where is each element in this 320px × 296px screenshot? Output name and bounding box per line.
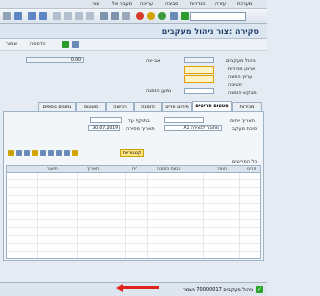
status-icon[interactable] xyxy=(62,41,69,48)
annotation-arrow xyxy=(123,286,159,289)
tab-order[interactable]: הזמנה xyxy=(134,102,162,111)
reason-label: סיבת מעקב xyxy=(232,126,258,132)
reason-value: A1 מחובר לבצירה xyxy=(183,126,220,131)
tab-purchasing[interactable]: רכישה xyxy=(106,102,134,111)
table-row[interactable] xyxy=(7,245,260,252)
status-message: ניהול מעקבים 70000017 נשמר xyxy=(183,287,253,293)
doc-date-label: תאריך ייחוס xyxy=(230,118,255,124)
table-row[interactable] xyxy=(7,189,260,196)
print-icon[interactable] xyxy=(122,12,130,20)
prev-page-icon[interactable] xyxy=(75,12,83,20)
layout-icon[interactable] xyxy=(3,12,11,20)
table-row[interactable] xyxy=(7,221,260,228)
grid-tool-icon[interactable] xyxy=(24,150,30,156)
doc-type-field[interactable] xyxy=(184,57,214,63)
column-header: יח' xyxy=(132,167,138,172)
system-toolbar xyxy=(0,9,267,24)
last-page-icon[interactable] xyxy=(53,12,61,20)
title-bar: סקירה :צור ניהול מעקבים xyxy=(0,24,267,39)
grid-tool-icon[interactable] xyxy=(16,150,22,156)
partner-field[interactable] xyxy=(184,88,214,94)
req-date-label: תאריך מסירה xyxy=(126,126,155,132)
page-title: סקירה :צור ניהול מעקבים xyxy=(161,27,259,36)
success-check-icon: ✓ xyxy=(256,286,263,293)
grid-header: פריט חומר כמות הזמנה יח' תאריך תיאור xyxy=(6,165,261,173)
menu-item[interactable]: מעבר אל xyxy=(112,1,132,7)
partner-hint: נמען הזמנה xyxy=(146,88,172,94)
status-bar: ניהול מעקבים 70000017 נשמר ✓ xyxy=(0,282,267,296)
reason-field[interactable]: A1 מחובר לבצירה xyxy=(164,125,222,131)
status-field[interactable]: 0.00 xyxy=(26,57,84,63)
enter-icon[interactable] xyxy=(181,12,189,20)
menu-bar: מערכת עזרה הגדרות סביבה עריכה מעבר אל צו… xyxy=(0,0,267,9)
tab-item-detail[interactable]: פירוט פריט xyxy=(162,102,192,111)
org-field[interactable] xyxy=(184,66,214,74)
command-field[interactable] xyxy=(190,12,246,21)
valid-to-field[interactable] xyxy=(90,117,122,123)
save-icon[interactable] xyxy=(170,12,178,20)
categories-label: קטגוריות xyxy=(122,150,142,156)
menu-item[interactable]: עזרה xyxy=(215,1,226,7)
cancel-icon[interactable] xyxy=(136,12,144,20)
req-date-value: 30.07.2019 xyxy=(92,126,118,131)
table-row[interactable] xyxy=(7,197,260,204)
status-value: 0.00 xyxy=(70,58,81,63)
menu-item[interactable]: סביבה xyxy=(165,1,178,7)
table-row[interactable] xyxy=(7,229,260,236)
next-page-icon[interactable] xyxy=(64,12,72,20)
req-date-field[interactable]: 30.07.2019 xyxy=(88,125,120,131)
exit-icon[interactable] xyxy=(147,12,155,20)
find-icon[interactable] xyxy=(111,12,119,20)
grid-tool-icon[interactable] xyxy=(32,150,38,156)
new-session-icon[interactable] xyxy=(39,12,47,20)
menu-item[interactable]: הגדרות xyxy=(190,1,206,7)
find-next-icon[interactable] xyxy=(100,12,108,20)
grid-tool-icon[interactable] xyxy=(8,150,14,156)
table-row[interactable] xyxy=(7,237,260,244)
print-button[interactable]: הדפסה xyxy=(30,41,46,47)
menu-item[interactable]: צור xyxy=(92,1,99,7)
tab-item-status[interactable]: סטטוס פריטים xyxy=(192,101,232,111)
menu-item[interactable]: מערכת xyxy=(237,1,252,7)
division-label: חטיבה xyxy=(228,82,242,88)
tab-status[interactable]: סטטוס xyxy=(76,102,106,111)
org-label: ארגון מכירות xyxy=(228,66,256,72)
status-label: אב-ינה xyxy=(146,58,161,64)
column-header: פריט xyxy=(247,167,257,172)
table-row[interactable] xyxy=(7,205,260,212)
table-row[interactable] xyxy=(7,181,260,188)
column-header: תיאור xyxy=(47,167,58,172)
grid-tool-icon[interactable] xyxy=(72,150,78,156)
items-grid[interactable] xyxy=(6,173,261,259)
column-header: תאריך xyxy=(87,167,99,172)
first-page-icon[interactable] xyxy=(86,12,94,20)
table-row[interactable] xyxy=(7,213,260,220)
grid-tool-icon[interactable] xyxy=(40,150,46,156)
column-header: חומר xyxy=(217,167,227,172)
menu-item[interactable]: עריכה xyxy=(140,1,153,7)
annotation-arrow-head xyxy=(116,284,123,292)
grid-tool-icon[interactable] xyxy=(48,150,54,156)
categories-button[interactable]: קטגוריות xyxy=(120,149,144,157)
dist-label: ערוץ הפצה xyxy=(228,74,253,80)
application-toolbar: שמור הדפסה xyxy=(0,39,267,51)
back-icon[interactable] xyxy=(158,12,166,20)
column-header: כמות הזמנה xyxy=(157,167,181,172)
partner-label: מבקש הזמנה xyxy=(228,90,257,96)
shortcut-icon[interactable] xyxy=(28,12,36,20)
tab-additional[interactable]: נתונים נוספים xyxy=(38,102,76,111)
valid-to-label: בתוקף עד xyxy=(128,118,150,124)
grid-tool-icon[interactable] xyxy=(64,150,70,156)
save-button[interactable]: שמור xyxy=(6,41,17,47)
doc-date-field[interactable] xyxy=(164,117,204,123)
dist-field[interactable] xyxy=(184,75,214,83)
doc-type-label: ניהול מעקבים xyxy=(226,58,256,64)
help-icon[interactable] xyxy=(14,12,22,20)
table-row[interactable] xyxy=(7,173,260,180)
grid-tool-icon[interactable] xyxy=(56,150,62,156)
doc-flow-icon[interactable] xyxy=(72,41,79,48)
tab-sales[interactable]: מכירות xyxy=(232,102,262,111)
